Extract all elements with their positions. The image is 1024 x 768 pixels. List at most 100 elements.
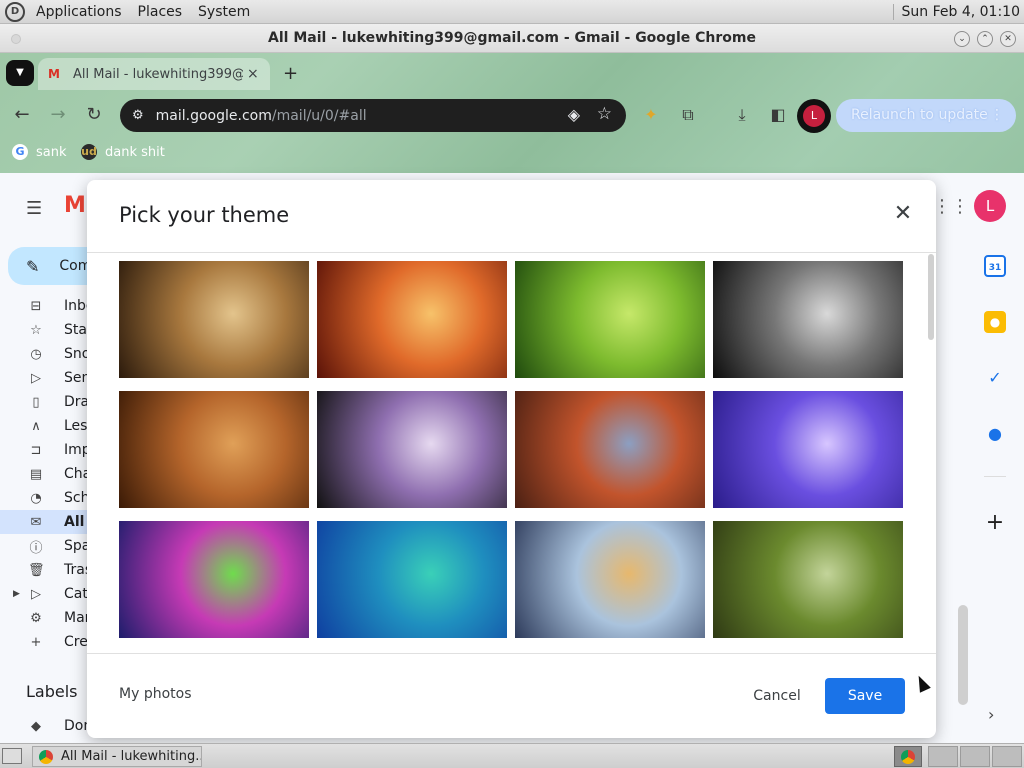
keep-icon[interactable]: ●	[984, 311, 1006, 333]
theme-grid-scrollbar[interactable]	[928, 254, 934, 340]
google-icon: G	[12, 144, 28, 160]
chevron-up-icon: ∧	[31, 418, 41, 434]
desktop-top-panel: D Applications Places System Sun Feb 4, …	[0, 0, 1024, 24]
theme-thumbnail-caterpillar[interactable]	[515, 261, 705, 378]
back-button[interactable]: ←	[11, 104, 33, 125]
applications-menu[interactable]: Applications	[31, 4, 127, 20]
theme-thumbnail-beach[interactable]	[515, 521, 705, 638]
extension-puzzle-colored-icon[interactable]: ✦	[640, 104, 662, 126]
spam-icon: ⓘ	[29, 540, 43, 556]
relaunch-to-update-button[interactable]: Relaunch to update ⋮	[836, 99, 1016, 132]
extensions-icon[interactable]: ⧉	[677, 104, 699, 126]
chat-icon: ▤	[29, 466, 43, 482]
mail-icon: ✉	[30, 514, 42, 530]
gear-icon: ⚙	[30, 610, 42, 626]
workspace-3[interactable]	[992, 746, 1022, 767]
close-window-button[interactable]: ✕	[1000, 31, 1016, 47]
places-menu[interactable]: Places	[133, 4, 188, 20]
label-icon: ▷	[31, 586, 41, 602]
tasks-icon[interactable]: ✓	[984, 367, 1006, 389]
theme-thumbnail-chess[interactable]	[119, 261, 309, 378]
gmail-logo-icon[interactable]: M	[64, 195, 88, 217]
new-tab-button[interactable]: +	[283, 63, 298, 84]
send-icon: ▷	[31, 370, 41, 386]
theme-thumbnail-jellyfish[interactable]	[713, 391, 903, 508]
show-desktop-icon[interactable]	[2, 748, 22, 764]
get-addons-plus-icon[interactable]: +	[984, 510, 1006, 535]
star-icon: ☆	[30, 322, 42, 338]
window-titlebar[interactable]: All Mail - lukewhiting399@gmail.com - Gm…	[0, 24, 1024, 53]
clock-icon: ◷	[30, 346, 42, 362]
site-info-icon[interactable]: ⚙	[132, 108, 144, 123]
maximize-window-button[interactable]: ⌃	[977, 31, 993, 47]
trash-icon: 🗑	[28, 562, 45, 578]
clock[interactable]: Sun Feb 4, 01:10	[892, 3, 1020, 20]
pencil-icon: ✎	[26, 256, 40, 276]
divider	[87, 653, 936, 654]
bookmark-favicon-icon: ud	[81, 144, 97, 160]
label-icon: ◆	[31, 718, 41, 734]
bookmark-dank-shit[interactable]: ud dank shit	[81, 144, 165, 160]
browser-tab-active[interactable]: M All Mail - lukewhiting399@gmail.com ×	[38, 58, 270, 90]
bookmark-label: dank shit	[105, 144, 165, 160]
tray-chrome-icon[interactable]	[894, 746, 922, 767]
theme-thumbnail-forest[interactable]	[713, 521, 903, 638]
desktop-taskbar: All Mail - lukewhiting...	[0, 743, 1024, 768]
bookmark-star-icon[interactable]: ☆	[597, 104, 612, 124]
tab-title: All Mail - lukewhiting399@gmail.com	[73, 66, 243, 82]
system-menu[interactable]: System	[193, 4, 255, 20]
account-avatar[interactable]: L	[974, 190, 1006, 222]
theme-thumbnail-leaves[interactable]	[119, 391, 309, 508]
address-bar[interactable]: ⚙ mail.google.com/mail/u/0/#all ◈ ☆	[120, 99, 626, 132]
workspace-1[interactable]	[928, 746, 958, 767]
close-dialog-icon[interactable]: ✕	[891, 202, 915, 226]
expand-caret-icon[interactable]: ▶	[13, 589, 20, 599]
show-side-panel-chevron-icon[interactable]: ›	[988, 705, 994, 724]
tab-search-chevron-icon[interactable]: ▼	[6, 60, 34, 86]
distro-logo-icon[interactable]: D	[5, 1, 25, 22]
calendar-icon[interactable]: 31	[984, 255, 1006, 277]
lens-icon[interactable]: ◈	[568, 105, 580, 124]
theme-thumbnail-bokeh[interactable]	[317, 391, 507, 508]
contacts-icon[interactable]: ●	[984, 423, 1006, 445]
theme-thumbnail-rainbow-water[interactable]	[119, 521, 309, 638]
rail-separator	[984, 476, 1006, 477]
gmail-favicon-icon: M	[48, 67, 60, 81]
theme-picker-dialog: Pick your theme ✕ My photos Cancel Save	[87, 180, 936, 738]
window-menu-dot-icon[interactable]	[11, 34, 21, 44]
side-panel-icon[interactable]: ◧	[767, 104, 789, 126]
bookmark-label: sank	[36, 144, 67, 160]
page-scrollbar[interactable]	[958, 605, 968, 705]
divider	[87, 252, 936, 253]
minimize-window-button[interactable]: ⌄	[954, 31, 970, 47]
save-button[interactable]: Save	[825, 678, 905, 714]
theme-thumbnail-river-canyon[interactable]	[515, 391, 705, 508]
window-title: All Mail - lukewhiting399@gmail.com - Gm…	[268, 30, 756, 46]
labels-heading: Labels	[26, 682, 78, 701]
theme-thumbnail-canyon[interactable]	[317, 261, 507, 378]
bookmark-sank[interactable]: G sank	[12, 144, 67, 160]
inbox-icon: ⊟	[30, 298, 42, 314]
tab-close-icon[interactable]: ×	[247, 66, 259, 82]
forward-button[interactable]: →	[47, 104, 69, 125]
main-menu-icon[interactable]: ☰	[26, 198, 42, 219]
chrome-icon	[39, 749, 53, 764]
cancel-button[interactable]: Cancel	[742, 678, 812, 714]
theme-thumbnail-pipes[interactable]	[713, 261, 903, 378]
reload-button[interactable]: ↻	[83, 104, 105, 125]
more-icon: ⋮	[990, 107, 1004, 123]
google-apps-icon[interactable]: ⋮⋮	[933, 196, 969, 217]
draft-icon: ▯	[32, 394, 40, 410]
scheduled-icon: ◔	[30, 490, 42, 506]
important-icon: ⊐	[30, 442, 42, 458]
theme-thumbnail-lake[interactable]	[317, 521, 507, 638]
profile-button[interactable]: L	[797, 99, 831, 133]
workspace-2[interactable]	[960, 746, 990, 767]
url-text[interactable]: mail.google.com/mail/u/0/#all	[156, 108, 367, 124]
taskbar-chrome-window[interactable]: All Mail - lukewhiting...	[32, 746, 202, 767]
my-photos-button[interactable]: My photos	[119, 686, 192, 702]
dialog-title: Pick your theme	[119, 203, 290, 227]
plus-icon: +	[30, 634, 42, 650]
downloads-icon[interactable]: ⤓	[731, 104, 753, 126]
taskbar-window-title: All Mail - lukewhiting...	[61, 749, 201, 764]
